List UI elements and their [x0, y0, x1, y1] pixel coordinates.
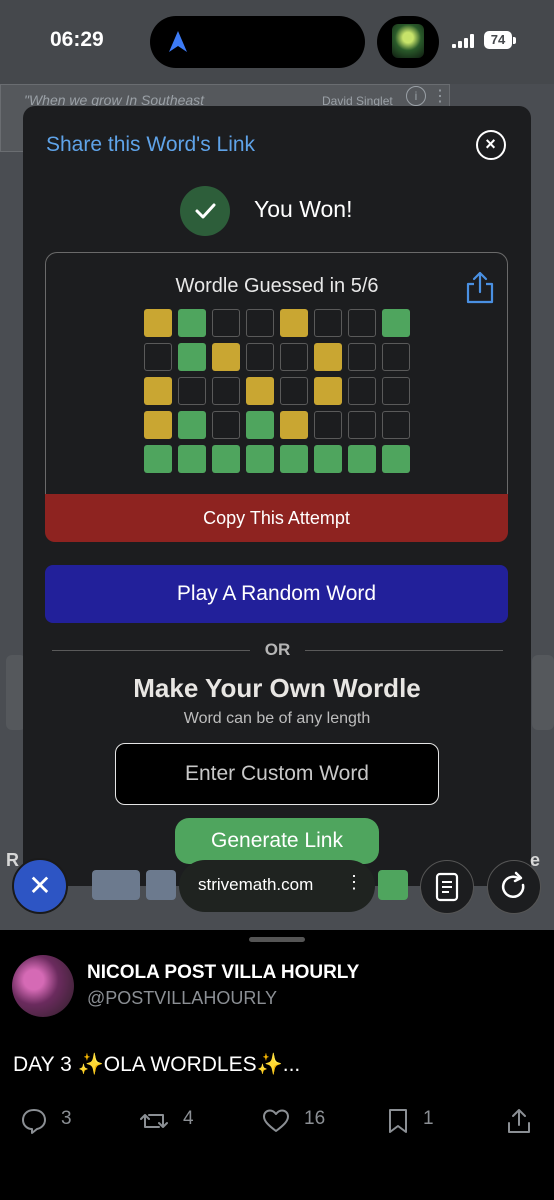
- grid-cell: [144, 411, 172, 439]
- generate-link-button[interactable]: Generate Link: [175, 818, 379, 864]
- reload-button[interactable]: [487, 860, 541, 914]
- close-icon: ×: [485, 134, 496, 154]
- grid-cell: [382, 343, 410, 371]
- divider: [305, 650, 503, 651]
- grid-cell: [212, 377, 240, 405]
- reload-icon: [501, 871, 525, 898]
- ad-menu-icon[interactable]: ⋮: [432, 86, 448, 106]
- grid-cell: [348, 309, 376, 337]
- like-icon[interactable]: [262, 1107, 290, 1135]
- grid-cell: [212, 445, 240, 473]
- bookmark-icon[interactable]: [384, 1107, 412, 1135]
- grid-cell: [314, 309, 342, 337]
- grid-cell: [178, 411, 206, 439]
- grid-cell: [280, 377, 308, 405]
- grid-cell: [314, 377, 342, 405]
- grid-cell: [246, 445, 274, 473]
- grid-cell: [280, 445, 308, 473]
- check-icon: [180, 186, 230, 236]
- grid-cell: [178, 309, 206, 337]
- retweet-icon[interactable]: [140, 1107, 168, 1135]
- reply-icon[interactable]: [20, 1107, 48, 1135]
- url-text: strivemath.com: [198, 875, 314, 894]
- grid-cell: [348, 411, 376, 439]
- navigation-arrow-icon: [169, 31, 187, 52]
- grid-cell: [382, 377, 410, 405]
- grid-cell: [246, 343, 274, 371]
- play-random-word-button[interactable]: Play A Random Word: [45, 565, 508, 623]
- sheet-grabber[interactable]: [249, 937, 305, 942]
- result-title: Wordle Guessed in 5/6: [175, 275, 379, 297]
- grid-cell: [144, 445, 172, 473]
- grid-cell: [246, 377, 274, 405]
- bookmark-count: 1: [423, 1108, 434, 1129]
- copy-attempt-button[interactable]: Copy This Attempt: [45, 494, 508, 542]
- grid-cell: [280, 411, 308, 439]
- close-tab-button[interactable]: ✕: [12, 858, 68, 914]
- grid-cell: [144, 377, 172, 405]
- grid-cell: [314, 343, 342, 371]
- signal-icon: [452, 34, 474, 48]
- grid-cell: [382, 309, 410, 337]
- more-options-icon[interactable]: ⋮: [345, 872, 363, 893]
- grid-cell: [314, 445, 342, 473]
- grid-cell: [348, 343, 376, 371]
- grid-cell: [348, 377, 376, 405]
- ad-info-icon[interactable]: i: [406, 86, 426, 106]
- app-thumbnail-icon: [392, 24, 424, 58]
- battery-tip: [513, 37, 516, 44]
- background-key: [92, 870, 140, 900]
- divider: [52, 650, 250, 651]
- share-icon[interactable]: [505, 1107, 533, 1135]
- grid-cell: [280, 309, 308, 337]
- guess-grid: [144, 309, 410, 473]
- make-wordle-subtitle: Word can be of any length: [183, 710, 371, 727]
- grid-cell: [178, 445, 206, 473]
- grid-cell: [382, 445, 410, 473]
- display-name[interactable]: NICOLA POST VILLA HOURLY: [87, 962, 359, 984]
- grid-cell: [178, 343, 206, 371]
- tweet-text: DAY 3 ✨OLA WORDLES✨...: [13, 1053, 301, 1076]
- grid-cell: [280, 343, 308, 371]
- reply-count: 3: [61, 1108, 72, 1129]
- grid-cell: [178, 377, 206, 405]
- like-count: 16: [304, 1108, 326, 1129]
- make-wordle-title: Make Your Own Wordle: [133, 673, 421, 703]
- grid-cell: [144, 309, 172, 337]
- avatar[interactable]: [12, 955, 74, 1017]
- grid-cell: [212, 411, 240, 439]
- custom-word-input[interactable]: [115, 743, 439, 805]
- share-icon[interactable]: [465, 270, 495, 304]
- grid-cell: [246, 411, 274, 439]
- close-icon: ✕: [28, 870, 52, 901]
- grid-cell: [314, 411, 342, 439]
- grid-cell: [246, 309, 274, 337]
- background-key: [378, 870, 408, 900]
- close-button[interactable]: ×: [476, 130, 506, 160]
- retweet-count: 4: [183, 1108, 194, 1129]
- grid-cell: [212, 309, 240, 337]
- user-handle[interactable]: @POSTVILLAHOURLY: [87, 988, 277, 1009]
- share-word-link[interactable]: Share this Word's Link: [46, 133, 255, 157]
- won-message: You Won!: [254, 196, 353, 222]
- grid-cell: [382, 411, 410, 439]
- battery-icon: 74: [484, 31, 512, 49]
- reader-icon: [435, 872, 459, 902]
- grid-cell: [212, 343, 240, 371]
- grid-cell: [144, 343, 172, 371]
- reader-mode-button[interactable]: [420, 860, 474, 914]
- background-card: [532, 655, 554, 730]
- grid-cell: [348, 445, 376, 473]
- or-separator: OR: [264, 640, 291, 659]
- background-key: [146, 870, 176, 900]
- status-time: 06:29: [50, 28, 104, 51]
